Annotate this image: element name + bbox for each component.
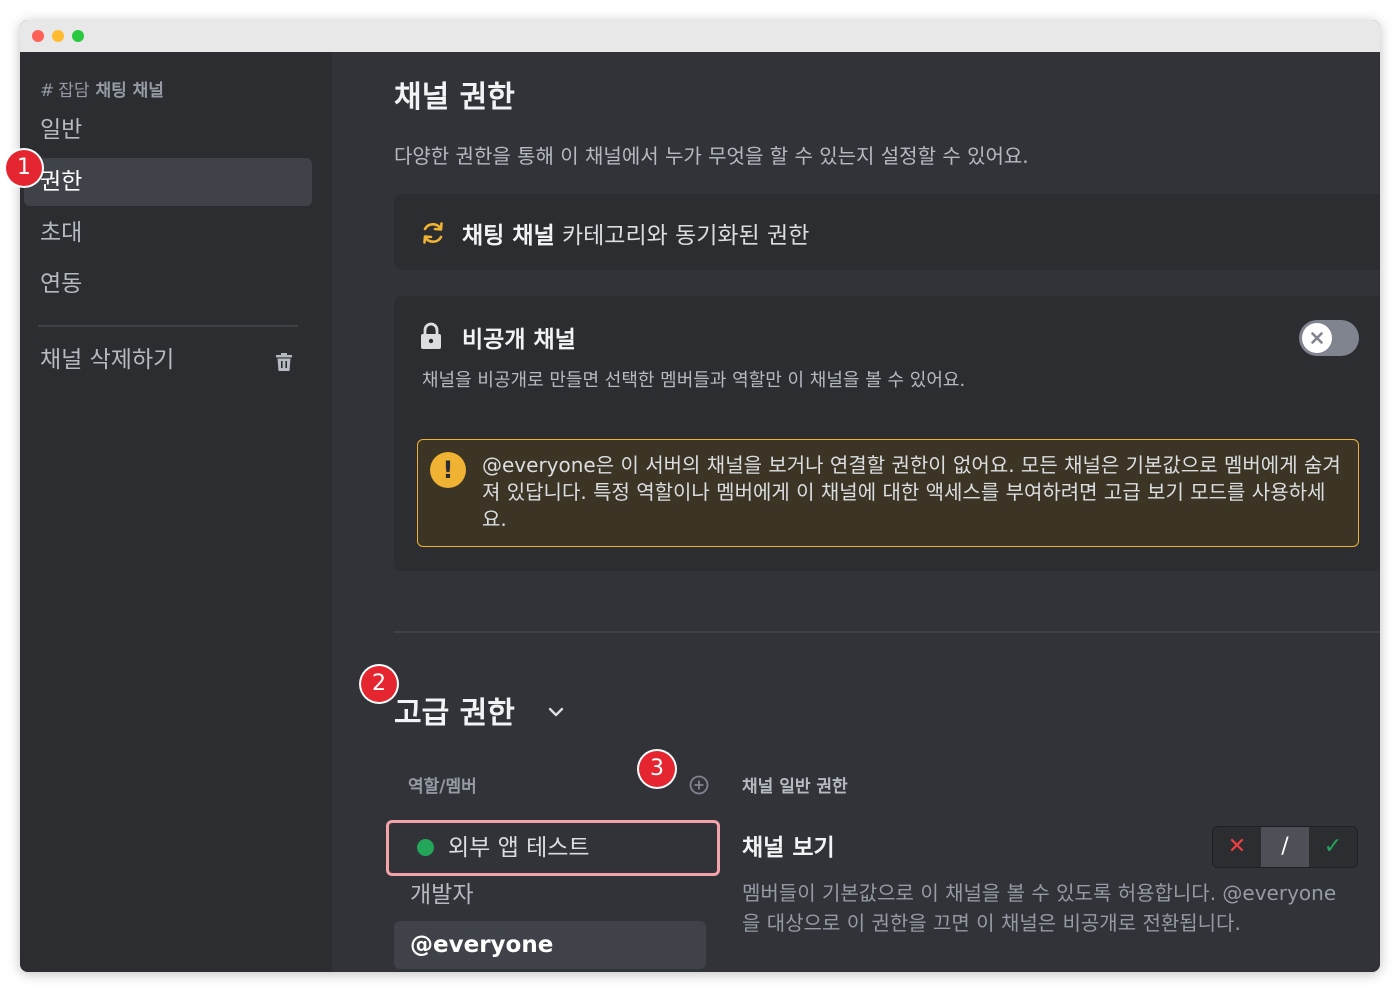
sidebar-item-general[interactable]: 일반 xyxy=(24,106,312,154)
chevron-down-icon[interactable] xyxy=(546,702,566,722)
lock-icon xyxy=(421,322,441,349)
main-content: 채널 권한 다양한 권한을 통해 이 채널에서 누가 무엇을 할 수 있는지 설… xyxy=(332,52,1380,972)
role-label: 외부 앱 테스트 xyxy=(448,835,590,861)
sidebar-header-category: 잡담 xyxy=(58,81,90,101)
settings-sidebar: # 잡담 채팅 채널 일반 권한 초대 연동 채널 삭제하기 xyxy=(20,52,332,972)
permission-tri-state: ✕ / ✓ xyxy=(1212,826,1358,868)
add-role-icon[interactable] xyxy=(688,774,710,796)
permission-section-header: 채널 일반 권한 xyxy=(742,777,848,797)
maximize-window-button[interactable] xyxy=(72,30,84,42)
annotation-badge-1: 1 xyxy=(6,150,42,186)
close-icon xyxy=(1311,332,1323,344)
role-item-external-app-test[interactable]: 외부 앱 테스트 xyxy=(386,820,720,876)
delete-channel-button[interactable]: 채널 삭제하기 xyxy=(24,336,312,384)
minimize-window-button[interactable] xyxy=(52,30,64,42)
warning-text: @everyone은 이 서버의 채널을 보거나 연결할 권한이 없어요. 모든… xyxy=(482,453,1341,531)
deny-button[interactable]: ✕ xyxy=(1213,827,1261,867)
sync-status-suffix: 카테고리와 동기화된 권한 xyxy=(554,223,810,249)
title-bar xyxy=(20,20,1380,52)
sidebar-header: # 잡담 채팅 채널 xyxy=(40,76,164,101)
role-color-dot xyxy=(417,839,434,856)
trash-icon xyxy=(276,353,292,371)
annotation-badge-2: 2 xyxy=(361,666,397,702)
page-description: 다양한 권한을 통해 이 채널에서 누가 무엇을 할 수 있는지 설정할 수 있… xyxy=(394,144,1029,168)
private-channel-card: 비공개 채널 채널을 비공개로 만들면 선택한 멤버들과 역할만 이 채널을 볼… xyxy=(394,296,1380,571)
role-item-developer[interactable]: 개발자 xyxy=(394,871,706,919)
toggle-knob xyxy=(1302,323,1332,353)
close-window-button[interactable] xyxy=(32,30,44,42)
sync-status-text: 채팅 채널 카테고리와 동기화된 권한 xyxy=(462,216,809,250)
sidebar-divider xyxy=(38,325,298,327)
sync-status-card: 채팅 채널 카테고리와 동기화된 권한 xyxy=(394,194,1380,270)
advanced-permissions-title: 고급 권한 xyxy=(394,696,515,731)
section-divider xyxy=(394,631,1380,633)
allow-button[interactable]: ✓ xyxy=(1309,827,1357,867)
role-item-everyone[interactable]: @everyone xyxy=(394,921,706,969)
sync-icon xyxy=(423,222,443,244)
app-window: # 잡담 채팅 채널 일반 권한 초대 연동 채널 삭제하기 채널 권한 다양한 … xyxy=(20,20,1380,972)
private-channel-title: 비공개 채널 xyxy=(462,327,576,353)
roles-header: 역할/멤버 xyxy=(408,777,477,797)
hash-icon: # xyxy=(40,81,55,101)
sidebar-header-channel: 채팅 채널 xyxy=(95,81,164,101)
page-title: 채널 권한 xyxy=(394,80,515,115)
sidebar-item-integrations[interactable]: 연동 xyxy=(24,260,312,308)
private-channel-toggle[interactable] xyxy=(1299,320,1359,356)
permission-description: 멤버들이 기본값으로 이 채널을 볼 수 있도록 허용합니다. @everyon… xyxy=(742,881,1337,935)
annotation-badge-3: 3 xyxy=(639,751,675,787)
warning-icon: ! xyxy=(430,452,466,488)
warning-notice: ! @everyone은 이 서버의 채널을 보거나 연결할 권한이 없어요. … xyxy=(417,439,1359,547)
private-channel-description: 채널을 비공개로 만들면 선택한 멤버들과 역할만 이 채널을 볼 수 있어요. xyxy=(422,370,966,391)
neutral-button[interactable]: / xyxy=(1261,827,1309,867)
permission-name: 채널 보기 xyxy=(742,835,835,861)
sidebar-item-invites[interactable]: 초대 xyxy=(24,209,312,257)
sidebar-item-permissions[interactable]: 권한 xyxy=(24,158,312,206)
sync-category-name: 채팅 채널 xyxy=(462,223,555,249)
